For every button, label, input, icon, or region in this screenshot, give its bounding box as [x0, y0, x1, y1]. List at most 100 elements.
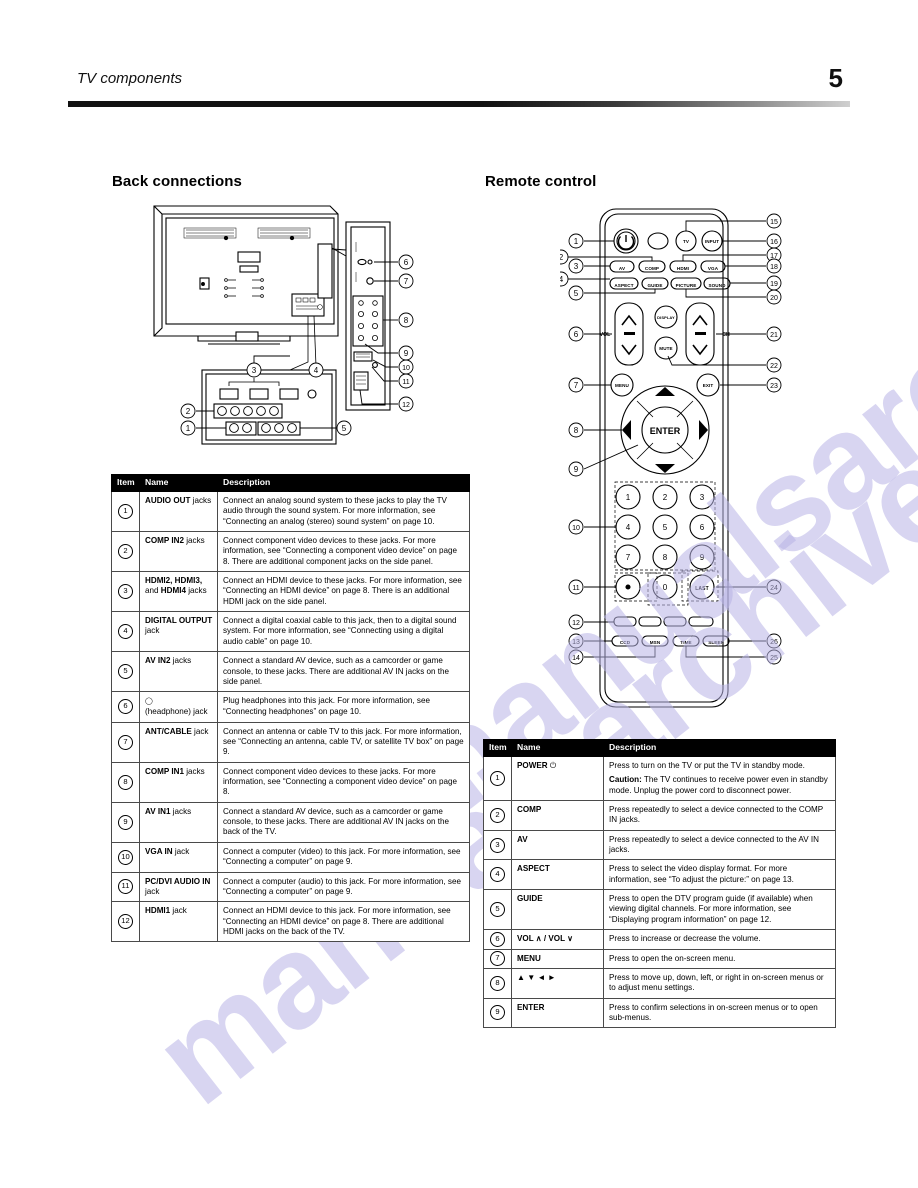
svg-text:5: 5	[663, 523, 668, 532]
svg-text:3: 3	[574, 262, 579, 271]
name-bold: ANT/CABLE	[145, 726, 192, 736]
back-description-cell: Connect component video devices to these…	[217, 761, 470, 803]
remote-btn-hdmi-label: HDMI	[677, 266, 689, 271]
col-name: Name	[139, 474, 218, 492]
remote-btn-picture-label: PICTURE	[676, 283, 697, 288]
svg-text:8: 8	[663, 553, 668, 562]
table-row: 1 POWER ⏻ Press to turn on the TV or put t…	[483, 755, 836, 801]
remote-description-cell: Press to increase or decrease the volume…	[603, 929, 836, 950]
remote-description-cell: Press to move up, down, left, or right i…	[603, 967, 836, 999]
page-number: 5	[828, 63, 843, 93]
name-bold: COMP IN2	[145, 535, 184, 545]
callout-badge: 8	[118, 774, 133, 790]
back-item-number: 2	[111, 530, 140, 573]
svg-text:2: 2	[663, 493, 668, 502]
col-name: Name	[511, 739, 604, 757]
back-description-cell: Connect a computer (video) to this jack.…	[217, 841, 470, 873]
tv-callout-6: 6	[404, 258, 409, 267]
back-item-number: 7	[111, 721, 140, 763]
table-row: 4 DIGITAL OUTPUT jack Connect a digital co…	[111, 611, 470, 653]
back-name-cell: DIGITAL OUTPUT jack	[139, 611, 218, 653]
remote-name-cell: COMP	[511, 799, 604, 831]
remote-description-cell: Press repeatedly to select a device conn…	[603, 829, 836, 861]
tv-callout-2: 2	[186, 407, 191, 416]
callout-badge: 3	[118, 584, 133, 600]
svg-text:10: 10	[572, 525, 580, 532]
svg-text:9: 9	[574, 465, 579, 474]
svg-text:5: 5	[574, 289, 579, 298]
tv-callout-1: 1	[186, 424, 191, 433]
back-name-cell: PC/DVI AUDIO IN jack	[139, 871, 218, 903]
svg-text:12: 12	[572, 620, 580, 627]
callout-badge: 4	[118, 624, 133, 640]
remote-btn-vga-label: VGA	[708, 266, 719, 271]
name-bold: AV	[517, 834, 528, 844]
table-row: 7 MENU Press to open the on-screen menu.	[483, 948, 836, 969]
remote-item-number: 8	[483, 967, 512, 999]
name-bold: ASPECT	[517, 864, 550, 874]
remote-name-cell: ▲ ▼ ◄ ►	[511, 967, 604, 999]
remote-btn-wssp-label: MSN	[650, 640, 661, 645]
back-item-number: 6	[111, 691, 140, 723]
name-bold: ENTER	[517, 1002, 545, 1012]
remote-description-cell: Press to confirm selections in on-screen…	[603, 997, 836, 1029]
remote-name-cell: ASPECT	[511, 859, 604, 891]
callout-badge: 9	[490, 1005, 505, 1021]
svg-text:19: 19	[770, 281, 778, 288]
remote-btn-guide-label: GUIDE	[647, 283, 662, 288]
callout-badge: 2	[118, 543, 133, 559]
remote-btn-sound-label: SOUND	[708, 283, 726, 288]
table-row: 5 AV IN2 jacks Connect a standard AV devic…	[111, 651, 470, 693]
back-description-cell: Connect an analog sound system to these …	[217, 490, 470, 532]
back-description-cell: Connect a digital coaxial cable to this …	[217, 611, 470, 653]
name-bold-2: HDMI4	[160, 586, 186, 596]
back-name-cell: COMP IN2 jacks	[139, 530, 218, 573]
back-description-cell: Connect an antenna or cable TV to this j…	[217, 721, 470, 763]
svg-text:20: 20	[770, 295, 778, 302]
back-name-cell: ANT/CABLE jack	[139, 721, 218, 763]
remote-name-cell: AV	[511, 829, 604, 861]
table-header-row: Item Name Description	[483, 739, 836, 757]
remote-item-number: 6	[483, 929, 512, 950]
remote-description-cell: Press repeatedly to select a device conn…	[603, 799, 836, 831]
back-name-cell: AV IN2 jacks	[139, 651, 218, 693]
tv-callout-11: 11	[402, 379, 409, 386]
back-item-number: 5	[111, 651, 140, 693]
callout-badge: 12	[118, 914, 133, 930]
callout-badge: 5	[490, 902, 505, 918]
callout-badge: 7	[118, 734, 133, 750]
remote-item-number: 9	[483, 997, 512, 1029]
svg-text:6: 6	[700, 523, 705, 532]
description-caution: Caution: The TV continues to receive pow…	[609, 775, 828, 795]
svg-text:14: 14	[572, 655, 580, 662]
tv-callout-9: 9	[404, 349, 409, 358]
svg-text:23: 23	[770, 383, 778, 390]
svg-text:3: 3	[700, 493, 705, 502]
remote-name-cell: ENTER	[511, 997, 604, 1029]
remote-item-number: 7	[483, 948, 512, 969]
remote-vol-label: VOL	[600, 332, 611, 338]
table-row: 3 AV Press repeatedly to select a device c…	[483, 829, 836, 861]
back-name-cell: COMP IN1 jacks	[139, 761, 218, 803]
table-row: 10 VGA IN jack Connect a computer (video) …	[111, 841, 470, 873]
callout-badge: 3	[490, 837, 505, 853]
tv-callout-4: 4	[314, 366, 319, 375]
back-name-cell: AV IN1 jacks	[139, 801, 218, 843]
table-row: 2 COMP Press repeatedly to select a device…	[483, 799, 836, 831]
table-row: 6 VOL ∧ / VOL ∨ Press to increase or decre…	[483, 929, 836, 950]
tv-back-panel-diagram: 3 4 2 1 5 6 7 8 9 10 11 12	[153, 205, 414, 445]
svg-text:24: 24	[770, 585, 778, 592]
svg-text:11: 11	[572, 585, 579, 592]
remote-btn-ccd-label: CCD	[620, 640, 631, 645]
callout-badge: 1	[490, 770, 505, 786]
back-name-cell: VGA IN jack	[139, 841, 218, 873]
table-row: 4 ASPECT Press to select the video display…	[483, 859, 836, 891]
svg-text:7: 7	[574, 381, 579, 390]
remote-control-diagram: TV INPUT AV COMP HDMI VGA ASPECT GUIDE P…	[560, 208, 782, 708]
svg-text:1: 1	[626, 493, 631, 502]
remote-control-table: Item Name Description 1 POWER ⏻ Press to t…	[483, 739, 836, 1029]
table-row: 9 ENTER Press to confirm selections in on-…	[483, 997, 836, 1029]
svg-text:7: 7	[626, 553, 631, 562]
callout-badge: 6	[118, 699, 133, 715]
svg-text:15: 15	[770, 219, 778, 226]
